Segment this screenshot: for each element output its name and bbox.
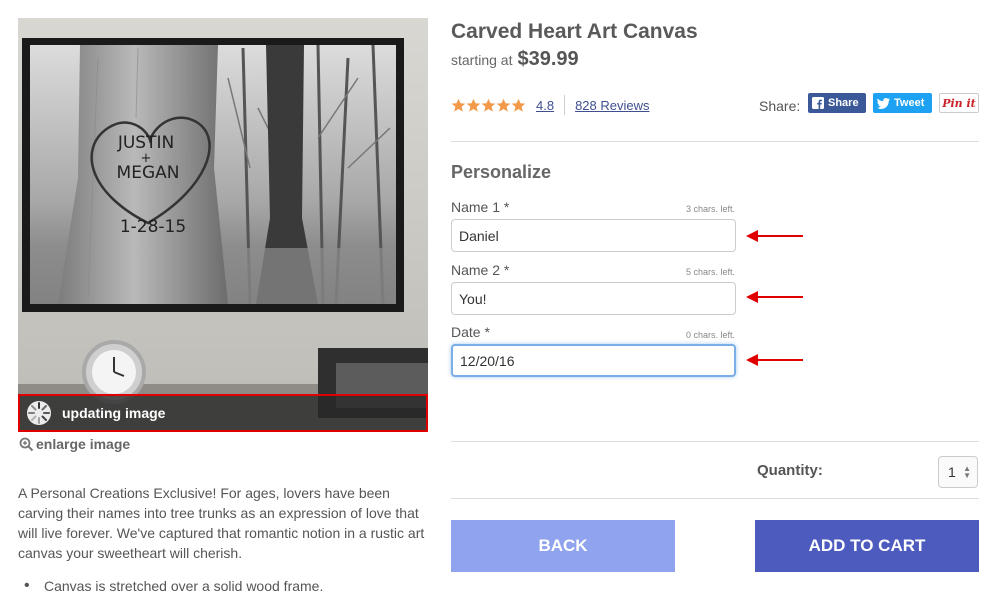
pinterest-pin-button[interactable]: Pin it xyxy=(939,93,979,113)
enlarge-image-label: enlarge image xyxy=(36,436,131,452)
name1-chars-left: 3 chars. left. xyxy=(685,204,735,214)
divider-top xyxy=(451,141,979,142)
name1-label: Name 1 * xyxy=(451,199,510,215)
price-row: starting at $39.99 xyxy=(451,48,579,71)
star-icon xyxy=(511,98,526,112)
updown-caret-icon: ▲ ▼ xyxy=(963,464,971,480)
loading-spinner-icon xyxy=(27,401,51,425)
date-chars-left: 0 chars. left. xyxy=(685,330,735,340)
facebook-share-label: Share xyxy=(828,97,859,109)
left-arrow-icon xyxy=(746,354,803,366)
left-arrow-icon xyxy=(746,291,803,303)
star-rating[interactable] xyxy=(451,98,526,113)
rating-value-link[interactable]: 4.8 xyxy=(536,98,554,113)
back-button[interactable]: BACK xyxy=(451,520,675,572)
feature-list: Canvas is stretched over a solid wood fr… xyxy=(18,576,430,596)
star-icon xyxy=(481,98,496,112)
star-icon xyxy=(466,98,481,112)
product-title: Carved Heart Art Canvas xyxy=(451,20,698,43)
magnifier-plus-icon xyxy=(19,437,34,451)
carving-name2: MEGAN xyxy=(117,163,180,183)
name2-input[interactable] xyxy=(451,282,736,315)
product-price: $39.99 xyxy=(517,48,579,70)
name1-input[interactable] xyxy=(451,219,736,252)
name2-label: Name 2 * xyxy=(451,262,510,278)
facebook-icon xyxy=(812,97,824,109)
left-arrow-icon xyxy=(746,230,803,242)
add-to-cart-button[interactable]: ADD TO CART xyxy=(755,520,979,572)
product-description: A Personal Creations Exclusive! For ages… xyxy=(18,485,425,561)
starting-at-label: starting at xyxy=(451,52,513,68)
product-image[interactable]: JUSTIN + MEGAN 1-28-15 xyxy=(18,18,428,432)
divider-bottom xyxy=(451,498,979,499)
enlarge-image-link[interactable]: enlarge image xyxy=(19,436,130,452)
quantity-value: 1 xyxy=(948,464,956,480)
carving-name1: JUSTIN xyxy=(117,133,174,153)
carving-date: 1-28-15 xyxy=(120,217,186,237)
quantity-label: Quantity: xyxy=(757,462,823,479)
date-input[interactable] xyxy=(451,344,736,377)
pinterest-pin-label: Pin it xyxy=(942,96,976,110)
updating-image-text: updating image xyxy=(62,405,166,421)
twitter-bird-icon xyxy=(877,97,890,109)
reviews-link[interactable]: 828 Reviews xyxy=(575,98,649,113)
share-label: Share: xyxy=(759,98,801,114)
divider-middle xyxy=(451,441,979,442)
updating-image-bar: updating image xyxy=(18,394,428,432)
name2-chars-left: 5 chars. left. xyxy=(685,267,735,277)
twitter-tweet-button[interactable]: Tweet xyxy=(873,93,932,113)
date-label: Date * xyxy=(451,324,490,340)
rating-divider xyxy=(564,95,566,115)
quantity-select[interactable]: 1 ▲ ▼ xyxy=(938,456,978,488)
feature-item: Canvas is stretched over a solid wood fr… xyxy=(18,576,430,596)
twitter-tweet-label: Tweet xyxy=(894,97,925,109)
facebook-share-button[interactable]: Share xyxy=(808,93,866,113)
rating-row: 4.8 828 Reviews xyxy=(451,95,650,115)
star-icon xyxy=(451,98,466,112)
canvas-preview-illustration: JUSTIN + MEGAN 1-28-15 xyxy=(18,18,428,432)
personalize-title: Personalize xyxy=(451,162,552,182)
star-icon xyxy=(496,98,511,112)
